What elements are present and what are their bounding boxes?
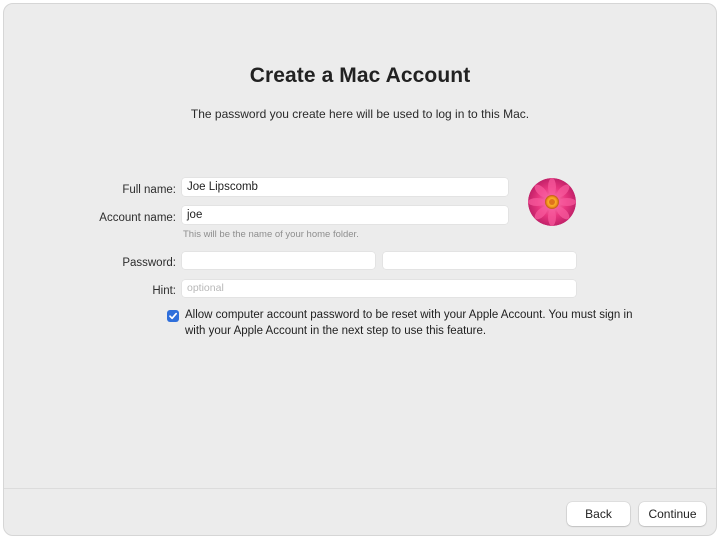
allow-reset-checkbox[interactable] bbox=[167, 310, 179, 322]
page-title: Create a Mac Account bbox=[249, 64, 471, 87]
account-name-label: Account name: bbox=[99, 212, 176, 224]
home-folder-helper: This will be the name of your home folde… bbox=[183, 229, 359, 240]
hint-label: Hint: bbox=[152, 285, 176, 297]
flower-avatar-icon bbox=[528, 178, 576, 226]
full-name-label: Full name: bbox=[122, 184, 176, 196]
password-label: Password: bbox=[122, 257, 176, 269]
footer-divider bbox=[4, 488, 716, 489]
hint-field[interactable]: optional bbox=[182, 280, 576, 297]
verify-password-field[interactable] bbox=[383, 252, 576, 269]
checkmark-icon bbox=[169, 312, 178, 320]
back-button[interactable]: Back bbox=[567, 502, 630, 526]
account-name-field[interactable]: joe bbox=[182, 206, 508, 224]
setup-assistant-window: Create a Mac Account The password you cr… bbox=[3, 3, 717, 536]
continue-button[interactable]: Continue bbox=[639, 502, 706, 526]
allow-reset-label[interactable]: Allow computer account password to be re… bbox=[185, 308, 645, 339]
full-name-field[interactable]: Joe Lipscomb bbox=[182, 178, 508, 196]
page-subtitle: The password you create here will be use… bbox=[190, 107, 530, 121]
user-picture-avatar[interactable] bbox=[528, 178, 576, 226]
password-field[interactable] bbox=[182, 252, 375, 269]
